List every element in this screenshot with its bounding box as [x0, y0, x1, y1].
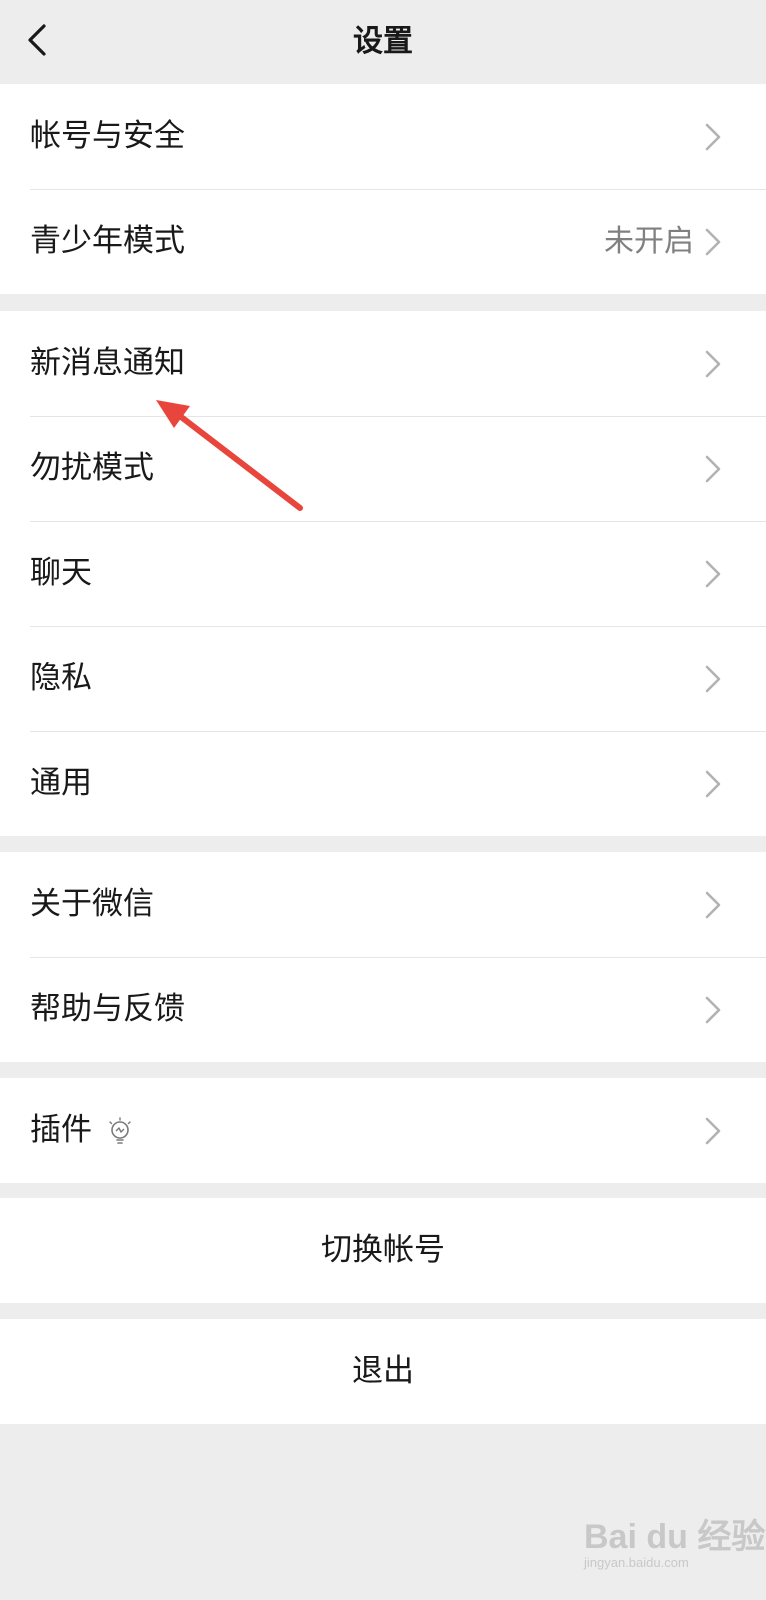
chevron-right-icon: [705, 665, 721, 693]
settings-item-label: 聊天: [30, 555, 92, 591]
settings-item-label: 关于微信: [30, 886, 154, 922]
navigation-bar: 设置: [0, 0, 766, 84]
chevron-right-icon: [705, 560, 721, 588]
lightbulb-icon: [109, 1117, 131, 1144]
logout-section: 退出: [0, 1319, 766, 1424]
settings-item-plugins[interactable]: 插件: [0, 1078, 766, 1183]
chevron-right-icon: [705, 123, 721, 151]
teen-mode-status: 未开启: [604, 224, 694, 259]
watermark-url: jingyan.baidu.com: [584, 1555, 689, 1570]
settings-item-chat[interactable]: 聊天: [0, 521, 766, 626]
settings-item-account-security[interactable]: 帐号与安全: [0, 84, 766, 189]
settings-item-general[interactable]: 通用: [0, 731, 766, 836]
chevron-right-icon: [705, 770, 721, 798]
settings-group-messages: 新消息通知 勿扰模式 聊天 隐私 通用: [0, 311, 766, 836]
settings-item-label: 帮助与反馈: [30, 991, 185, 1027]
watermark-logo-text: Bai du 经验: [584, 1518, 766, 1556]
chevron-right-icon: [705, 228, 721, 256]
chevron-right-icon: [705, 455, 721, 483]
switch-account-button[interactable]: 切换帐号: [0, 1198, 766, 1303]
settings-item-label: 通用: [30, 765, 92, 801]
settings-group-plugins: 插件: [0, 1078, 766, 1183]
chevron-right-icon: [705, 996, 721, 1024]
settings-item-label: 插件: [30, 1112, 92, 1148]
settings-item-label: 青少年模式: [30, 223, 185, 259]
settings-item-label: 隐私: [30, 660, 92, 696]
switch-account-section: 切换帐号: [0, 1198, 766, 1303]
settings-item-new-message-notification[interactable]: 新消息通知: [0, 311, 766, 416]
settings-item-label: 勿扰模式: [30, 450, 154, 486]
settings-item-help-feedback[interactable]: 帮助与反馈: [0, 957, 766, 1062]
chevron-right-icon: [705, 891, 721, 919]
settings-group-account: 帐号与安全 青少年模式 未开启: [0, 84, 766, 294]
chevron-right-icon: [705, 1117, 721, 1145]
chevron-right-icon: [705, 350, 721, 378]
settings-item-label: 帐号与安全: [30, 118, 185, 154]
settings-item-label: 新消息通知: [30, 345, 185, 381]
baidu-jingyan-watermark: Bai du 经验 jingyan.baidu.com: [584, 1485, 765, 1595]
logout-button[interactable]: 退出: [0, 1319, 766, 1424]
settings-item-about-wechat[interactable]: 关于微信: [0, 852, 766, 957]
settings-item-teen-mode[interactable]: 青少年模式 未开启: [0, 189, 766, 294]
settings-item-do-not-disturb[interactable]: 勿扰模式: [0, 416, 766, 521]
settings-group-about: 关于微信 帮助与反馈: [0, 852, 766, 1062]
settings-item-privacy[interactable]: 隐私: [0, 626, 766, 731]
page-title: 设置: [353, 24, 413, 59]
